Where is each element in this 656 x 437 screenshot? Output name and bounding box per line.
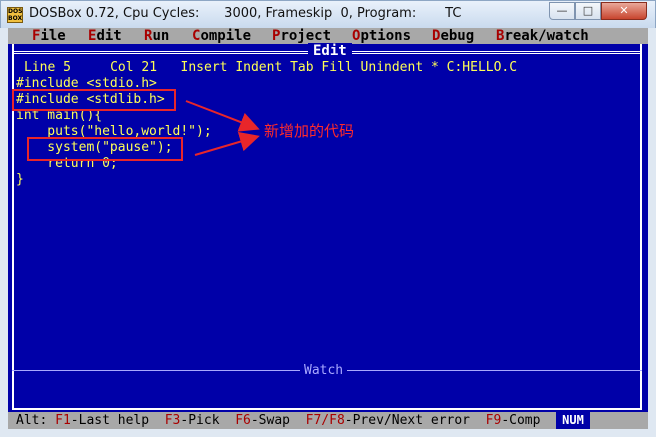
annotation-label: 新增加的代码 <box>264 122 355 140</box>
annotation-arrows <box>185 100 260 156</box>
arrow-to-include <box>185 100 260 132</box>
arrow-to-system <box>194 131 260 156</box>
